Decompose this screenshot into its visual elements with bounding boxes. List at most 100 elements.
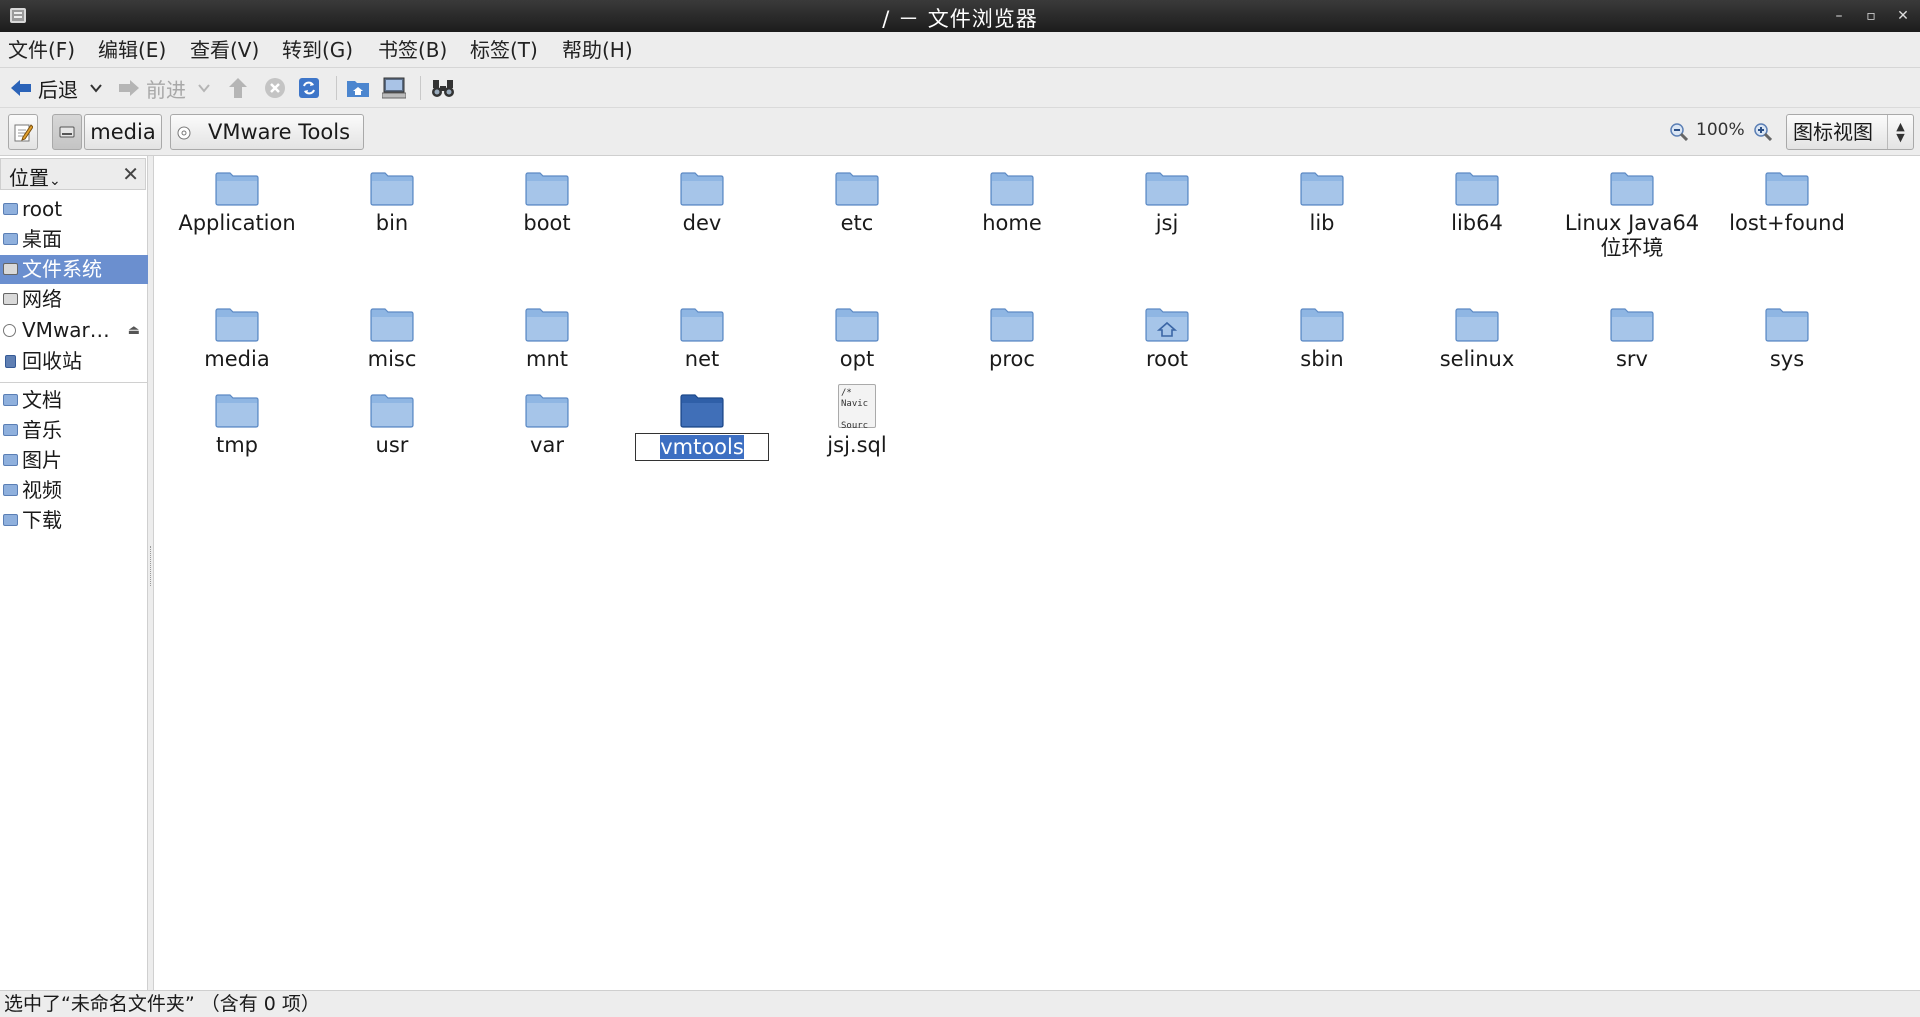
music-folder-icon	[3, 424, 18, 436]
sidebar-item-desktop[interactable]: 桌面	[0, 225, 148, 254]
forward-history-dropdown[interactable]	[198, 74, 210, 102]
sidebar-item-trash[interactable]: 回收站	[0, 347, 148, 376]
folder-icon	[1300, 170, 1344, 206]
back-history-dropdown[interactable]	[90, 74, 102, 102]
path-segment-media[interactable]: media	[84, 114, 162, 150]
menu-go[interactable]: 转到(G)	[282, 36, 353, 64]
stop-button[interactable]	[264, 74, 286, 102]
path-segment-vmware-tools[interactable]: VMware Tools	[170, 114, 364, 150]
reload-button[interactable]	[298, 74, 320, 102]
sidebar-item-label: 文档	[22, 388, 62, 412]
folder-item[interactable]: var	[472, 392, 622, 458]
desktop-folder-icon	[3, 233, 18, 245]
sidebar-item-pictures[interactable]: 图片	[0, 446, 148, 475]
eject-icon[interactable]: ⏏	[128, 316, 140, 345]
chevron-down-icon	[198, 84, 210, 93]
folder-icon	[680, 170, 724, 206]
folder-item[interactable]: etc	[782, 170, 932, 236]
back-button[interactable]: 后退	[10, 74, 78, 102]
folder-item[interactable]: lost+found	[1712, 170, 1862, 236]
maximize-button[interactable]: ▫	[1860, 5, 1882, 27]
menu-edit[interactable]: 编辑(E)	[98, 36, 166, 64]
folder-item[interactable]: bin	[317, 170, 467, 236]
sidebar-type-select[interactable]: 位置⌄	[9, 162, 61, 191]
folder-item[interactable]: net	[627, 306, 777, 372]
reload-icon	[299, 78, 319, 98]
menu-bookmarks[interactable]: 书签(B)	[378, 36, 447, 64]
folder-icon	[215, 170, 259, 206]
close-button[interactable]: ✕	[1892, 5, 1914, 27]
videos-folder-icon	[3, 484, 18, 496]
sidebar-item-network[interactable]: 网络	[0, 285, 148, 314]
forward-label: 前进	[146, 77, 186, 102]
home-button[interactable]	[346, 74, 370, 102]
view-mode-select[interactable]: 图标视图 ▲ ▼	[1786, 114, 1914, 150]
menu-tabs[interactable]: 标签(T)	[470, 36, 538, 64]
zoom-level[interactable]: 100%	[1696, 120, 1745, 140]
trash-icon	[5, 355, 16, 368]
sidebar-item-root[interactable]: root	[0, 195, 148, 224]
folder-item[interactable]: Linux Java64位环境	[1557, 170, 1707, 261]
rename-field[interactable]: vmtools	[635, 433, 769, 461]
zoom-in-button[interactable]	[1754, 122, 1773, 146]
folder-item[interactable]: usr	[317, 392, 467, 458]
toggle-location-entry-button[interactable]	[8, 114, 38, 150]
spin-arrows-icon: ▲ ▼	[1887, 115, 1913, 149]
sidebar-splitter[interactable]	[148, 156, 154, 990]
sidebar-item-label: root	[22, 197, 63, 221]
minimize-button[interactable]: –	[1828, 5, 1850, 27]
up-button[interactable]	[228, 74, 248, 102]
sidebar-item-label: 图片	[22, 448, 62, 472]
folder-item[interactable]: vmtools	[627, 392, 777, 461]
file-icon-view[interactable]: Application bin boot dev etc home jsj lib lib64 L…	[155, 156, 1920, 990]
folder-item[interactable]: misc	[317, 306, 467, 372]
folder-icon	[370, 306, 414, 342]
folder-item[interactable]: sbin	[1247, 306, 1397, 372]
folder-item[interactable]: selinux	[1402, 306, 1552, 372]
up-arrow-icon	[229, 78, 247, 98]
sidebar-item-label: 音乐	[22, 418, 62, 442]
forward-button[interactable]: 前进	[118, 74, 186, 102]
title-bar: / － 文件浏览器 – ▫ ✕	[0, 0, 1920, 32]
folder-item[interactable]: proc	[937, 306, 1087, 372]
window-title: / － 文件浏览器	[882, 7, 1038, 31]
folder-icon	[835, 306, 879, 342]
folder-item[interactable]: media	[162, 306, 312, 372]
chevron-down-icon	[90, 84, 102, 93]
file-name: var	[530, 433, 564, 457]
sidebar-item-videos[interactable]: 视频	[0, 476, 148, 505]
close-sidebar-button[interactable]: ✕	[122, 162, 139, 186]
path-root-button[interactable]	[52, 114, 82, 150]
search-button[interactable]	[430, 74, 456, 102]
folder-item[interactable]: boot	[472, 170, 622, 236]
folder-item[interactable]: tmp	[162, 392, 312, 458]
folder-item[interactable]: home	[937, 170, 1087, 236]
sidebar-item-documents[interactable]: 文档	[0, 386, 148, 415]
folder-item[interactable]: opt	[782, 306, 932, 372]
folder-item[interactable]: sys	[1712, 306, 1862, 372]
folder-item[interactable]: srv	[1557, 306, 1707, 372]
path-segment-label: VMware Tools	[207, 120, 351, 144]
folder-item[interactable]: Application	[162, 170, 312, 236]
folder-icon	[525, 392, 569, 428]
forward-arrow-icon	[119, 80, 139, 96]
sidebar-item-music[interactable]: 音乐	[0, 416, 148, 445]
file-name: sys	[1769, 347, 1805, 371]
folder-item[interactable]: jsj	[1092, 170, 1242, 236]
folder-item[interactable]: mnt	[472, 306, 622, 372]
folder-item[interactable]: lib64	[1402, 170, 1552, 236]
toolbar-separator	[420, 76, 421, 100]
folder-icon	[990, 170, 1034, 206]
sidebar-item-filesystem[interactable]: 文件系统	[0, 255, 148, 284]
folder-item[interactable]: root	[1092, 306, 1242, 372]
menu-help[interactable]: 帮助(H)	[562, 36, 633, 64]
zoom-out-button[interactable]	[1670, 122, 1689, 146]
folder-item[interactable]: dev	[627, 170, 777, 236]
sidebar-item-downloads[interactable]: 下载	[0, 506, 148, 535]
folder-item[interactable]: lib	[1247, 170, 1397, 236]
menu-view[interactable]: 查看(V)	[190, 36, 259, 64]
file-item[interactable]: /* Navic Sourc jsj.sql	[782, 384, 932, 458]
computer-button[interactable]	[382, 74, 406, 102]
sidebar-item-vmware-tools[interactable]: VMwar… ⏏	[0, 316, 148, 345]
menu-file[interactable]: 文件(F)	[8, 36, 75, 64]
